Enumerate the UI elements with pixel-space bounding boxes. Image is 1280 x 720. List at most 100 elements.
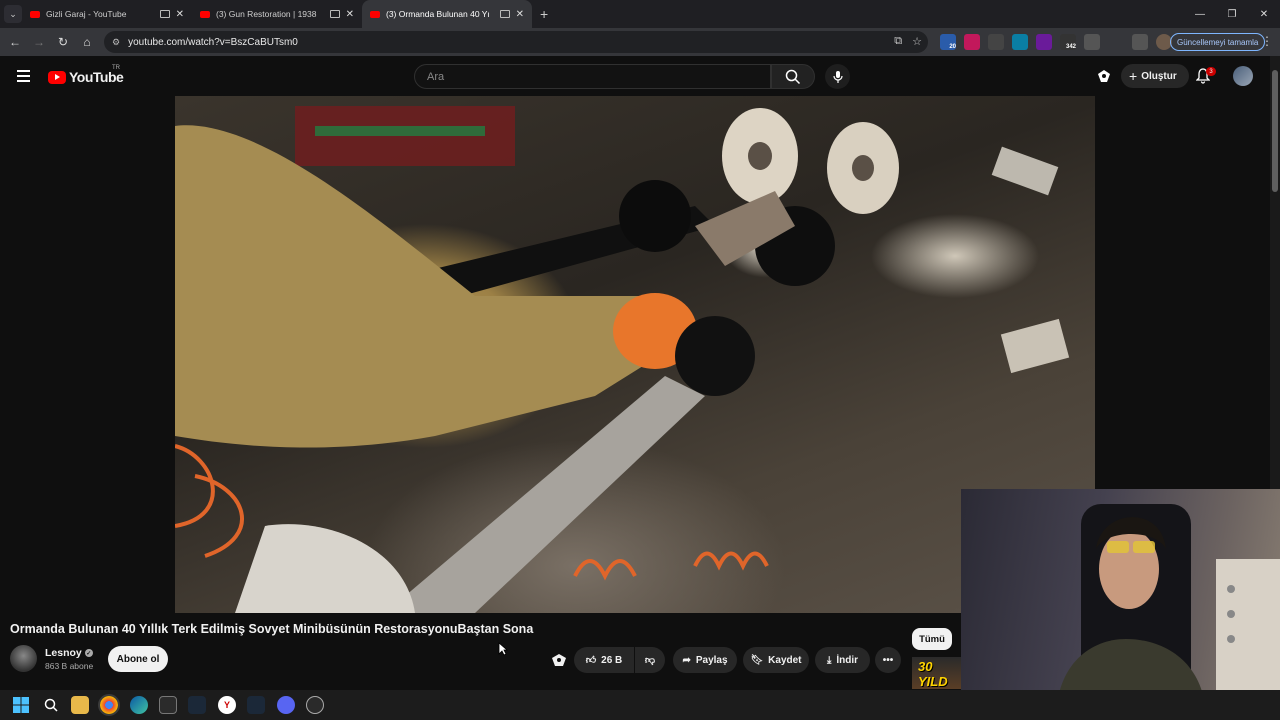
search-icon[interactable] (42, 696, 60, 714)
tab-title: (3) Ormanda Bulunan 40 Yı (386, 9, 490, 19)
extension-icon-4[interactable] (1012, 34, 1028, 50)
picture-in-picture-icon (499, 10, 510, 18)
back-icon[interactable]: ← (3, 35, 27, 49)
scrollbar-thumb[interactable] (1272, 70, 1278, 192)
create-label: Oluştur (1141, 70, 1177, 82)
studio-icon[interactable] (1097, 69, 1111, 88)
video-title: Ormanda Bulunan 40 Yıllık Terk Edilmiş S… (10, 622, 534, 636)
minimize-icon[interactable]: — (1184, 0, 1216, 28)
address-bar[interactable]: ⚙ youtube.com/watch?v=BszCaBUTsm0 ⧉ ☆ (104, 31, 928, 53)
extension-icon-3[interactable] (988, 34, 1004, 50)
thumbs-down-icon: 👎︎ (644, 655, 656, 666)
update-chrome-button[interactable]: Güncellemeyi tamamla (1170, 33, 1266, 51)
webcam-overlay (961, 489, 1280, 720)
url-text: youtube.com/watch?v=BszCaBUTsm0 (128, 36, 298, 48)
video-frame-image (175, 106, 1070, 613)
extension-icon-2[interactable] (964, 34, 980, 50)
filter-chip-all[interactable]: Tümü (912, 628, 952, 650)
mouse-cursor-icon (498, 642, 509, 661)
microphone-icon (832, 70, 843, 83)
close-tab-icon[interactable]: ✕ (176, 9, 184, 20)
share-icon: ➦ (682, 654, 691, 666)
discord-icon[interactable] (277, 696, 295, 714)
windows-start-icon[interactable] (12, 696, 30, 714)
channel-name[interactable]: Lesnoy ✓ (45, 647, 93, 659)
chrome-icon[interactable] (98, 694, 120, 716)
youtube-logo[interactable]: YouTube TR (48, 65, 124, 85)
download-button[interactable]: ⤓ İndir (815, 647, 870, 673)
menu-icon[interactable] (17, 70, 30, 85)
extensions-bar: 20 342 (940, 34, 1172, 50)
picture-in-picture-icon (329, 10, 340, 18)
browser-tab-2[interactable]: (3) Gun Restoration | 1938 ✕ (192, 0, 362, 28)
close-window-icon[interactable]: ✕ (1248, 0, 1280, 28)
browser-tab-1[interactable]: Gizli Garaj - YouTube ✕ (22, 0, 192, 28)
save-label: Kaydet (768, 654, 802, 666)
steam-icon[interactable] (188, 696, 206, 714)
close-tab-icon[interactable]: ✕ (516, 9, 524, 20)
store-icon[interactable] (159, 696, 177, 714)
extension-icon-1[interactable]: 20 (940, 34, 956, 50)
browser-tab-strip: ⌄ Gizli Garaj - YouTube ✕ (3) Gun Restor… (0, 0, 1280, 28)
create-button[interactable]: + Oluştur (1121, 64, 1189, 88)
save-button[interactable]: 🔖︎ Kaydet (743, 647, 809, 673)
download-icon: ⤓ (826, 654, 832, 666)
install-app-icon[interactable]: ⧉ (894, 35, 902, 48)
youtube-header: YouTube TR Ara + Oluştur 3 (0, 56, 1270, 96)
extensions-puzzle-icon[interactable] (1084, 34, 1100, 50)
account-avatar[interactable] (1233, 66, 1253, 86)
subscriber-count: 863 B abone (45, 661, 94, 671)
notification-badge: 3 (1206, 67, 1216, 76)
plus-icon: + (1129, 68, 1138, 84)
video-player[interactable] (175, 96, 1095, 613)
logo-text: YouTube (69, 69, 124, 85)
site-info-icon[interactable]: ⚙ (112, 37, 120, 48)
bookmark-star-icon[interactable]: ☆ (912, 35, 922, 48)
youtube-favicon-icon (370, 10, 380, 18)
thumbnail-text: 30 YILD (918, 659, 948, 689)
browser-menu-icon[interactable]: ⋮ (1261, 34, 1273, 48)
share-label: Paylaş (695, 654, 728, 666)
forward-icon[interactable]: → (27, 35, 51, 49)
reload-icon[interactable]: ↻ (51, 35, 75, 49)
youtube-favicon-icon (30, 10, 40, 18)
browser-tab-3[interactable]: (3) Ormanda Bulunan 40 Yı ✕ (362, 0, 532, 28)
reading-list-icon[interactable] (1132, 34, 1148, 50)
subscribe-button[interactable]: Abone ol (108, 646, 168, 672)
voice-search-button[interactable] (825, 64, 850, 89)
tab-title: (3) Gun Restoration | 1938 (216, 9, 317, 19)
app-icon[interactable] (306, 696, 324, 714)
channel-name-text: Lesnoy (45, 647, 82, 659)
extension-icon-5[interactable] (1036, 34, 1052, 50)
like-button[interactable]: 👍︎ 26 B (574, 647, 634, 673)
ai-ask-icon[interactable] (551, 653, 567, 672)
youtube-play-icon (48, 70, 66, 84)
file-explorer-icon[interactable] (71, 696, 89, 714)
close-tab-icon[interactable]: ✕ (346, 9, 354, 20)
share-button[interactable]: ➦ Paylaş (673, 647, 737, 673)
extension-icon-6[interactable]: 342 (1060, 34, 1076, 50)
steam-icon-2[interactable] (247, 696, 265, 714)
channel-avatar[interactable] (10, 645, 37, 672)
like-count: 26 B (601, 654, 623, 666)
windows-taskbar: Y (0, 690, 1280, 720)
tab-search-button[interactable]: ⌄ (4, 5, 22, 23)
bookmark-icon: 🔖︎ (750, 654, 764, 666)
tab-title: Gizli Garaj - YouTube (46, 9, 127, 19)
new-tab-button[interactable]: + (540, 6, 548, 22)
search-input[interactable]: Ara (414, 64, 771, 89)
youtube-favicon-icon (200, 10, 210, 18)
thumbs-up-icon: 👍︎ (585, 655, 597, 666)
restore-icon[interactable]: ❐ (1216, 0, 1248, 28)
recommended-video-thumbnail[interactable]: 30 YILD (912, 657, 962, 689)
country-code: TR (112, 65, 120, 71)
more-actions-button[interactable]: ••• (875, 647, 901, 673)
download-label: İndir (836, 654, 859, 666)
extension-badge: 20 (949, 44, 956, 50)
yandex-icon[interactable]: Y (218, 696, 236, 714)
edge-icon[interactable] (130, 696, 148, 714)
home-icon[interactable]: ⌂ (75, 35, 99, 49)
dislike-button[interactable]: 👎︎ (635, 647, 665, 673)
search-button[interactable] (771, 64, 815, 89)
